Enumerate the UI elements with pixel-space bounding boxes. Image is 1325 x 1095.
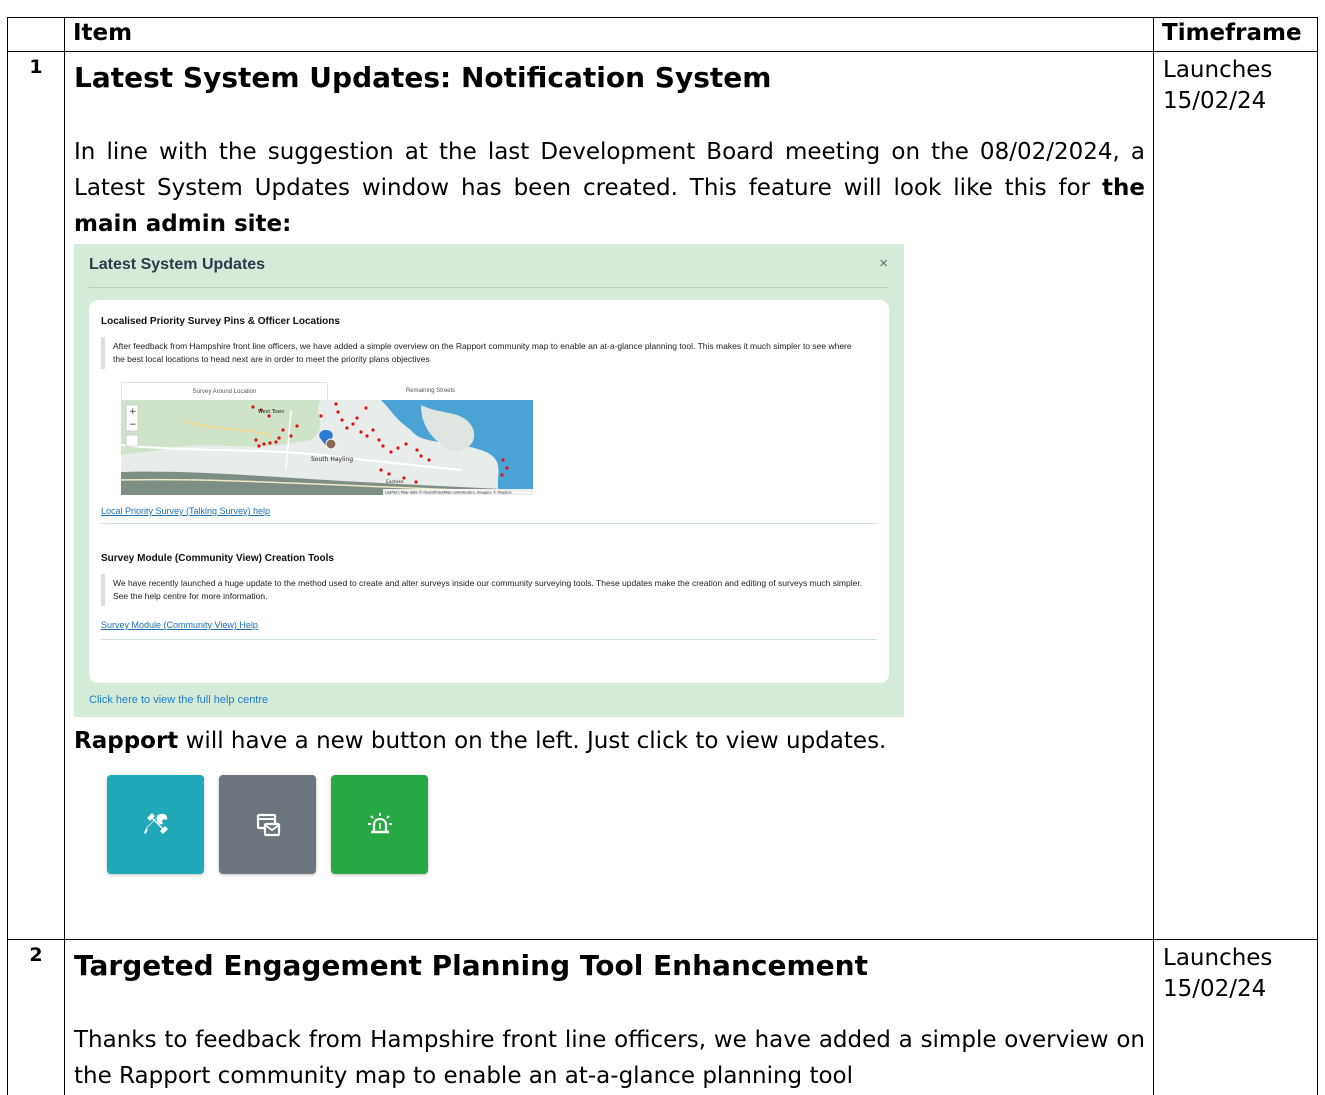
timeframe-date: 15/02/24 xyxy=(1163,88,1267,114)
zoom-in-icon[interactable]: + xyxy=(129,407,137,417)
timeframe-label: Launches xyxy=(1163,945,1273,971)
section-title: Survey Module (Community View) Creation … xyxy=(101,553,334,564)
table-row: 1 Latest System Updates: Notification Sy… xyxy=(7,51,1318,940)
header-timeframe: Timeframe xyxy=(1153,17,1318,52)
map-label-west-town: West Town xyxy=(258,409,284,415)
local-priority-survey-help-link[interactable]: Local Priority Survey (Talking Survey) h… xyxy=(101,506,877,516)
rapport-text: Rapport will have a new button on the le… xyxy=(74,723,1145,759)
tools-icon xyxy=(143,812,168,834)
zoom-out-icon[interactable]: − xyxy=(129,420,137,430)
fullscreen-icon[interactable] xyxy=(125,434,139,447)
messages-button[interactable] xyxy=(219,775,316,874)
timeframe-label: Launches xyxy=(1163,57,1273,83)
tab-remaining-streets[interactable]: Remaining Streets xyxy=(328,382,533,400)
community-map[interactable]: + − West Town South Hayling Eastoke Leaf… xyxy=(121,400,533,495)
officer-avatar xyxy=(325,438,337,450)
tools-button[interactable] xyxy=(107,775,204,874)
map-attribution: Leaflet | Map data © OpenStreetMap contr… xyxy=(385,491,513,495)
item-cell: Latest System Updates: Notification Syst… xyxy=(64,51,1154,940)
row-number: 1 xyxy=(7,51,65,940)
survey-module-help-link[interactable]: Survey Module (Community View) Help xyxy=(101,620,877,630)
item-intro: In line with the suggestion at the last … xyxy=(74,134,1145,242)
close-icon[interactable]: × xyxy=(879,255,888,272)
section-divider xyxy=(101,639,877,640)
item-body: Thanks to feedback from Hampshire front … xyxy=(74,1027,1145,1089)
tab-survey-around-location[interactable]: Survey Around Location xyxy=(121,382,328,400)
section-text: After feedback from Hampshire front line… xyxy=(101,337,871,369)
section-text: We have recently launched a huge update … xyxy=(101,574,871,606)
row-number: 2 xyxy=(7,939,65,1095)
rapport-bold: Rapport xyxy=(74,728,179,754)
messages-icon xyxy=(256,813,280,836)
alarm-button[interactable] xyxy=(331,775,428,874)
timeframe-date: 15/02/24 xyxy=(1163,976,1267,1002)
map-widget: Survey Around Location Remaining Streets xyxy=(121,382,533,506)
table-header-row: Item Timeframe xyxy=(7,17,1318,52)
item-cell: Targeted Engagement Planning Tool Enhanc… xyxy=(64,939,1154,1095)
table-row: 2 Targeted Engagement Planning Tool Enha… xyxy=(7,939,1318,1095)
modal-body: Localised Priority Survey Pins & Officer… xyxy=(89,300,889,683)
timeframe-cell: Launches 15/02/24 xyxy=(1153,939,1318,1095)
updates-table: Item Timeframe 1 Latest System Updates: … xyxy=(7,17,1318,1095)
modal-title: Latest System Updates xyxy=(89,256,266,273)
rapport-description: will have a new button on the left. Just… xyxy=(178,728,887,754)
timeframe-cell: Launches 15/02/24 xyxy=(1153,51,1318,940)
map-label-south-hayling: South Hayling xyxy=(311,456,353,463)
full-help-centre-link[interactable]: Click here to view the full help centre xyxy=(89,694,268,706)
section-divider xyxy=(101,523,877,524)
item-title: Targeted Engagement Planning Tool Enhanc… xyxy=(74,949,868,982)
intro-text: In line with the suggestion at the last … xyxy=(74,139,1145,201)
map-label-eastoke: Eastoke xyxy=(386,479,404,485)
header-num xyxy=(7,17,65,52)
alarm-icon xyxy=(367,812,392,833)
updates-modal-screenshot: Latest System Updates × Localised Priori… xyxy=(74,244,904,717)
button-row-screenshot xyxy=(107,775,1145,874)
section-title: Localised Priority Survey Pins & Officer… xyxy=(101,316,340,327)
modal-divider xyxy=(89,287,889,288)
item-title: Latest System Updates: Notification Syst… xyxy=(74,61,772,94)
header-item: Item xyxy=(64,17,1154,52)
map-tabs: Survey Around Location Remaining Streets xyxy=(121,382,533,400)
